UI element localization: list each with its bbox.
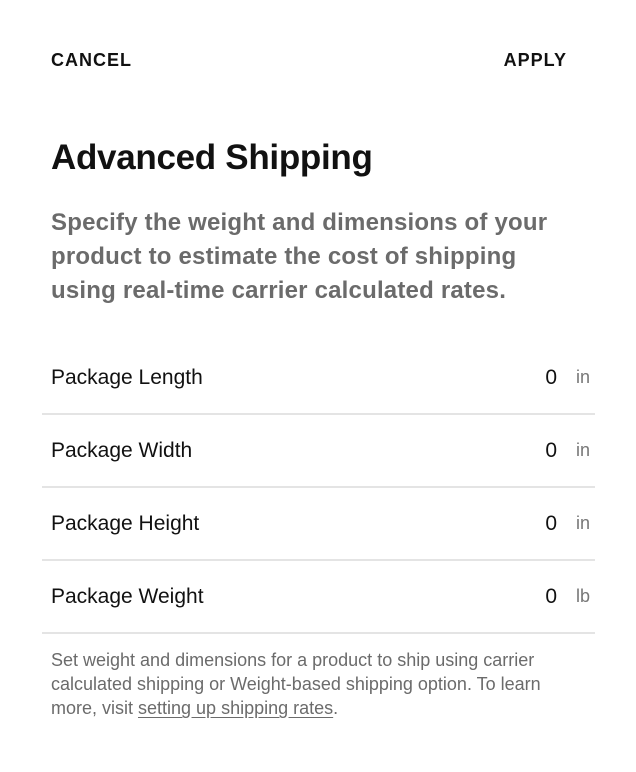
package-width-row: Package Width in	[42, 415, 595, 488]
package-weight-label: Package Weight	[51, 584, 204, 608]
footnote-trailing: .	[333, 698, 339, 718]
package-height-unit: in	[576, 513, 591, 533]
shipping-rates-link[interactable]: setting up shipping rates	[138, 698, 333, 718]
package-height-label: Package Height	[51, 511, 200, 535]
package-height-row: Package Height in	[42, 488, 595, 561]
package-length-input[interactable]	[497, 365, 557, 390]
apply-button[interactable]: APPLY	[504, 50, 567, 71]
package-width-input[interactable]	[497, 438, 557, 463]
package-width-unit: in	[576, 440, 591, 460]
page-description: Specify the weight and dimensions of you…	[51, 209, 548, 304]
package-weight-unit: lb	[576, 586, 591, 606]
package-weight-input[interactable]	[497, 584, 557, 609]
package-fields: Package Length in Package Width in Packa…	[42, 342, 595, 634]
cancel-button[interactable]: CANCEL	[51, 50, 132, 71]
top-bar: CANCEL APPLY	[51, 50, 567, 71]
package-length-unit: in	[576, 367, 591, 387]
package-length-label: Package Length	[51, 365, 203, 389]
package-weight-row: Package Weight lb	[42, 561, 595, 634]
footnote: Set weight and dimensions for a product …	[51, 648, 571, 720]
package-height-input[interactable]	[497, 511, 557, 536]
package-length-row: Package Length in	[42, 342, 595, 415]
package-width-label: Package Width	[51, 438, 193, 462]
page-title: Advanced Shipping	[51, 138, 373, 177]
